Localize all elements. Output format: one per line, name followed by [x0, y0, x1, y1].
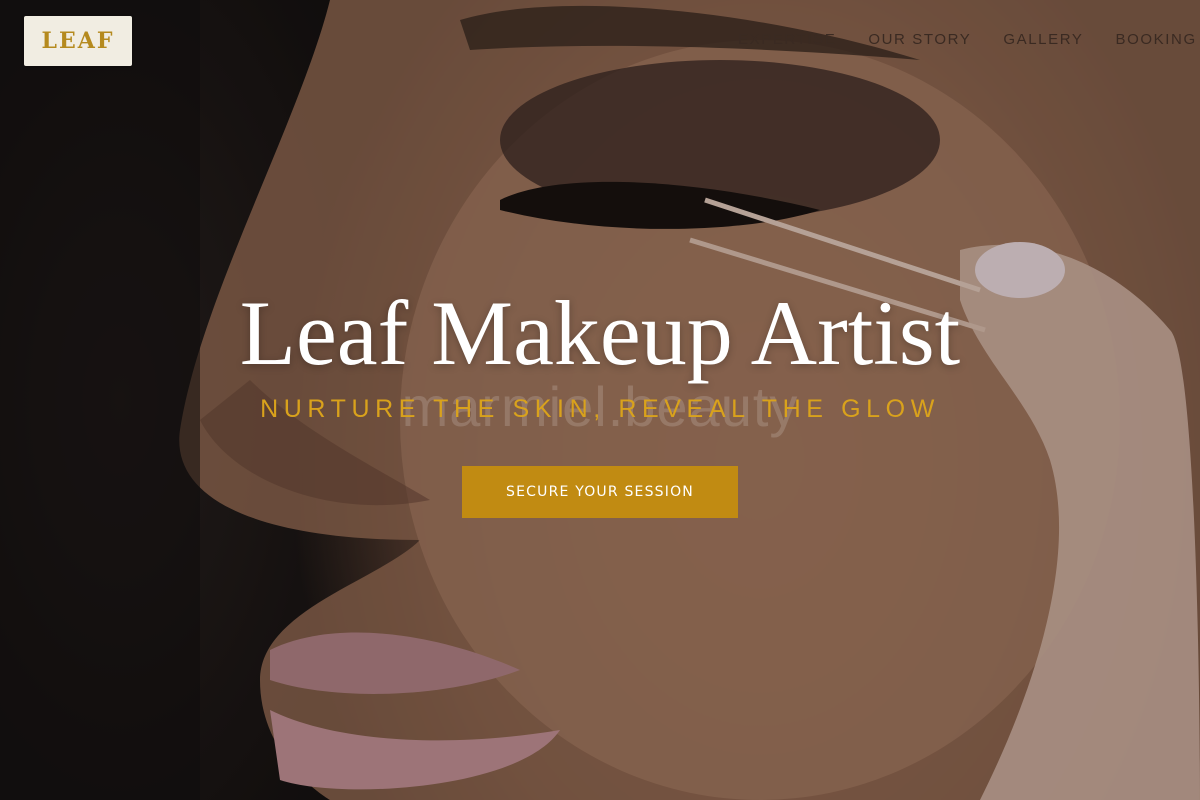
nav-item-expertise[interactable]: EXPERTISE: [738, 31, 836, 48]
hero-section: LEAF EXPERTISE OUR STORY GALLERY BOOKING…: [0, 0, 1200, 800]
main-nav: EXPERTISE OUR STORY GALLERY BOOKING: [738, 31, 1200, 48]
hero-tagline: NURTURE THE SKIN, REVEAL THE GLOW: [260, 395, 940, 423]
nav-item-gallery[interactable]: GALLERY: [1003, 31, 1083, 48]
nav-item-booking[interactable]: BOOKING: [1116, 31, 1197, 48]
hero-title: Leaf Makeup Artist: [239, 282, 961, 384]
nav-item-our-story[interactable]: OUR STORY: [868, 31, 971, 48]
secure-session-button[interactable]: SECURE YOUR SESSION: [462, 466, 738, 518]
brand-logo[interactable]: LEAF: [24, 16, 132, 66]
